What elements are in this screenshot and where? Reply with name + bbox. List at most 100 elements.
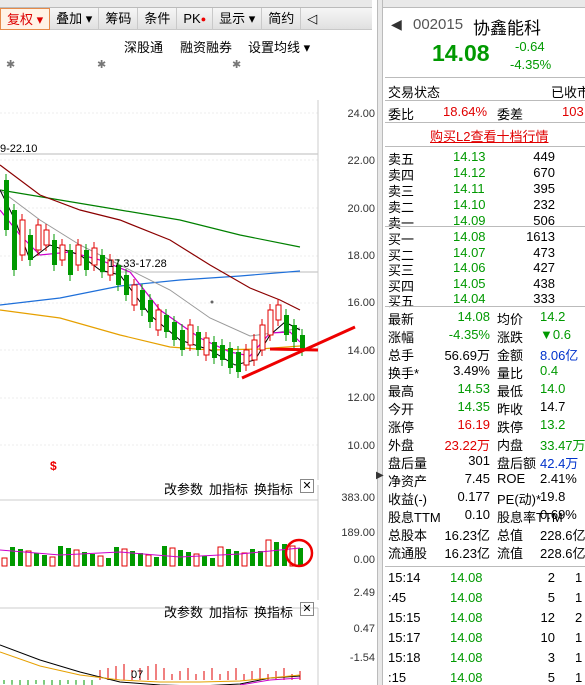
buy-l2-link[interactable]: 购买L2查看十档行情 [430, 126, 548, 145]
display-button[interactable]: 显示 ▾ [213, 8, 263, 30]
volume-bar [10, 547, 15, 566]
price-axis-label: 10.00 [347, 440, 375, 452]
chip-button[interactable]: 筹码 [99, 8, 139, 30]
stat-value: 33.47万 [540, 438, 585, 453]
volume-bar [42, 555, 47, 566]
ind-add-indicator-button[interactable]: 加指标 [209, 602, 248, 621]
ind-axis-label: 2.49 [353, 587, 375, 599]
simple-button[interactable]: 简约 [262, 8, 302, 30]
ask-price: 14.10 [453, 197, 486, 212]
candle-body [124, 275, 129, 295]
candle-body [180, 330, 185, 350]
ma5-line [0, 189, 301, 366]
volume-bar [178, 550, 183, 566]
stat-label: PE(动)* [497, 492, 542, 507]
bid-volume: 438 [533, 275, 555, 291]
close-icon[interactable]: ✕ [300, 602, 314, 616]
tick-time: 15:18 [388, 650, 421, 665]
volume-bar [90, 554, 95, 566]
stat-label: 总手 [388, 348, 415, 363]
bid-label: 买五 [388, 294, 415, 309]
vol-switch-indicator-button[interactable]: 换指标 [254, 479, 293, 498]
tick-count: 1 [575, 670, 583, 685]
candle-body [100, 255, 105, 272]
tick-price: 14.08 [450, 670, 483, 685]
condition-button[interactable]: 条件 [138, 8, 178, 30]
tick-volume: 5 [547, 670, 555, 685]
tick-price: 14.08 [450, 650, 483, 665]
fq-button[interactable]: 复权 ▾ [0, 8, 51, 30]
vol-axis-label: 383.00 [341, 492, 375, 504]
ind-switch-indicator-button[interactable]: 换指标 [254, 602, 293, 621]
stat-label: 最高 [388, 384, 415, 399]
prev-stock-icon[interactable]: ◀ [391, 16, 402, 33]
candle-body [251, 339, 258, 361]
candle-body [59, 244, 66, 261]
stat-value: 14.2 [540, 309, 566, 324]
tick-count: 1 [575, 630, 583, 645]
candle-body [292, 325, 297, 342]
stat-value: 14.35 [457, 399, 490, 414]
tick-time: 15:14 [388, 570, 421, 585]
margin-link[interactable]: 融资融券 [180, 37, 232, 56]
price-panel [0, 100, 356, 480]
candle-body [148, 300, 153, 322]
stat-label: 流通股 [388, 546, 428, 561]
stat-label: 最低 [497, 384, 524, 399]
collapse-arrow-icon[interactable]: ▶ [376, 470, 384, 486]
stat-label: ROE [497, 471, 526, 486]
ind-axis-label: -1.54 [349, 652, 375, 664]
tick-count: 1 [575, 590, 583, 605]
candle-body [220, 345, 225, 360]
ind-change-params-button[interactable]: 改参数 [164, 602, 203, 621]
overlay-label: 叠加 [56, 11, 83, 26]
stat-value: -4.35% [448, 327, 490, 342]
candle-body [236, 352, 241, 372]
volume-bar [106, 558, 111, 566]
stat-value: 7.45 [464, 471, 490, 486]
dividend-marker[interactable]: $ [50, 459, 57, 473]
stat-value: 0.69% [540, 507, 577, 522]
stat-value: 14.08 [457, 309, 490, 324]
stat-value: 19.8 [540, 489, 566, 504]
ask-volume: 232 [533, 197, 555, 212]
vol-change-params-button[interactable]: 改参数 [164, 479, 203, 498]
stat-value: 3.49% [453, 363, 490, 378]
candle-body [140, 290, 145, 310]
vol-add-indicator-button[interactable]: 加指标 [209, 479, 248, 498]
bid-volume: 333 [533, 291, 555, 306]
hk-connect-link[interactable]: 深股通 [124, 37, 163, 56]
stat-value: 16.23亿 [444, 546, 490, 561]
candle-body [228, 348, 233, 368]
price-change-pct: -4.35% [510, 57, 552, 72]
volume-bar [250, 549, 255, 566]
stat-value: 14.7 [540, 399, 566, 414]
tick-time: :45 [388, 590, 407, 605]
overlay-button[interactable]: 叠加 ▾ [50, 8, 100, 30]
stat-label: 内盘 [497, 438, 524, 453]
ask-volume: 395 [533, 181, 555, 196]
kline-chart[interactable] [0, 60, 378, 685]
stat-value: 16.23亿 [444, 528, 490, 543]
tick-volume: 3 [547, 650, 555, 665]
candle-body [19, 219, 26, 256]
ma-settings-link[interactable]: 设置均线 ▾ [248, 37, 310, 56]
panel-splitter[interactable] [377, 0, 383, 685]
candle-body [164, 315, 169, 332]
divider [385, 226, 585, 227]
volume-bars [0, 539, 303, 567]
stat-label: 盘后额 [497, 456, 537, 471]
chart-toolbar: 复权 ▾ 叠加 ▾ 筹码 条件 PK● 显示 ▾ 简约 ◁ [0, 8, 372, 30]
fq-label: 复权 [7, 12, 34, 27]
vol-axis-label: 0.00 [353, 554, 375, 566]
pk-button[interactable]: PK● [177, 8, 214, 30]
more-icon[interactable]: ◁ [301, 8, 323, 30]
volume-bar [258, 551, 263, 566]
candle-body [91, 247, 98, 266]
tick-volume: 10 [540, 630, 555, 645]
stat-label: 均价 [497, 312, 524, 327]
close-icon[interactable]: ✕ [300, 479, 314, 493]
bid-volume: 427 [533, 260, 555, 275]
divider [385, 77, 585, 78]
candle-body [35, 224, 42, 251]
